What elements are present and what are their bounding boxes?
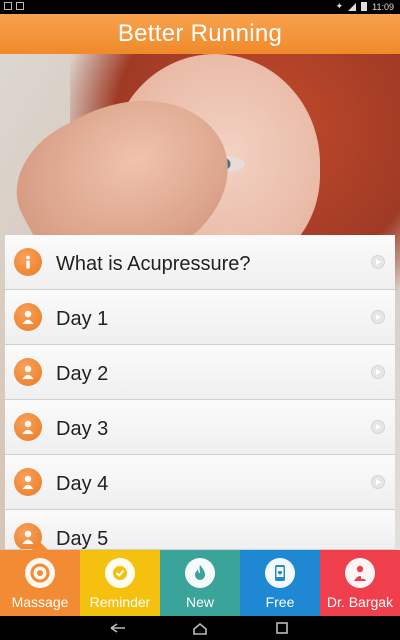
notification-icons	[4, 2, 24, 10]
list-item-day-1[interactable]: Day 1	[5, 290, 395, 345]
person-icon	[14, 468, 42, 496]
app-header: Better Running	[0, 14, 400, 54]
list-item-label: Day 3	[56, 418, 109, 440]
tab-label: Massage	[11, 594, 69, 610]
status-bar: ✦ 11:09	[0, 0, 400, 14]
tab-new[interactable]: New	[160, 550, 240, 616]
list-item-day-4[interactable]: Day 4	[5, 455, 395, 510]
tab-label: Dr. Bargak	[326, 594, 394, 610]
app-title: Better Running	[117, 20, 283, 47]
screenshot-icon	[16, 2, 24, 10]
list-item-label: Day 2	[56, 363, 109, 385]
notification-icon	[4, 2, 12, 10]
active-tab-indicator	[32, 542, 48, 550]
signal-icon	[348, 2, 357, 11]
home-icon[interactable]	[190, 620, 210, 636]
hero-image: What is Acupressure? Day 1 Day 2 Day 3 D…	[0, 54, 400, 550]
chevron-right-icon	[371, 310, 385, 324]
status-right: ✦ 11:09	[336, 1, 394, 12]
tab-label: New	[185, 594, 214, 610]
tab-dr-bargak[interactable]: Dr. Bargak	[320, 550, 400, 616]
list-item-label: What is Acupressure?	[56, 253, 251, 275]
clock-text: 11:09	[372, 1, 394, 12]
info-icon	[14, 248, 42, 276]
person-icon	[14, 303, 42, 331]
chevron-right-icon	[371, 475, 385, 489]
tab-free[interactable]: Free	[240, 550, 320, 616]
chevron-right-icon	[371, 255, 385, 269]
runner-icon: ✦	[335, 1, 344, 11]
tab-label: Free	[265, 594, 295, 610]
person-icon	[14, 413, 42, 441]
tab-reminder[interactable]: Reminder	[80, 550, 160, 616]
chevron-right-icon	[371, 365, 385, 379]
list-item-day-3[interactable]: Day 3	[5, 400, 395, 455]
phone-heart-icon	[265, 558, 295, 588]
system-nav-bar	[0, 616, 400, 640]
tab-massage[interactable]: Massage	[0, 542, 80, 616]
person-icon	[14, 358, 42, 386]
battery-icon	[361, 2, 368, 11]
recents-icon[interactable]	[272, 620, 292, 636]
clock-check-icon	[105, 558, 135, 588]
list-item-label: Day 1	[56, 308, 109, 330]
doctor-icon	[345, 558, 375, 588]
topic-list: What is Acupressure? Day 1 Day 2 Day 3 D…	[5, 235, 395, 550]
bottom-tab-bar: Massage Reminder New Free Dr. Bargak	[0, 542, 400, 616]
list-item-day-5[interactable]: Day 5	[5, 510, 395, 550]
tab-label: Reminder	[89, 594, 151, 610]
flame-icon	[185, 558, 215, 588]
list-item-what-is-acupressure[interactable]: What is Acupressure?	[5, 235, 395, 290]
list-item-day-2[interactable]: Day 2	[5, 345, 395, 400]
list-item-label: Day 5	[56, 528, 109, 550]
back-icon[interactable]	[108, 620, 128, 636]
list-item-label: Day 4	[56, 473, 109, 495]
target-icon	[25, 558, 55, 588]
chevron-right-icon	[371, 420, 385, 434]
